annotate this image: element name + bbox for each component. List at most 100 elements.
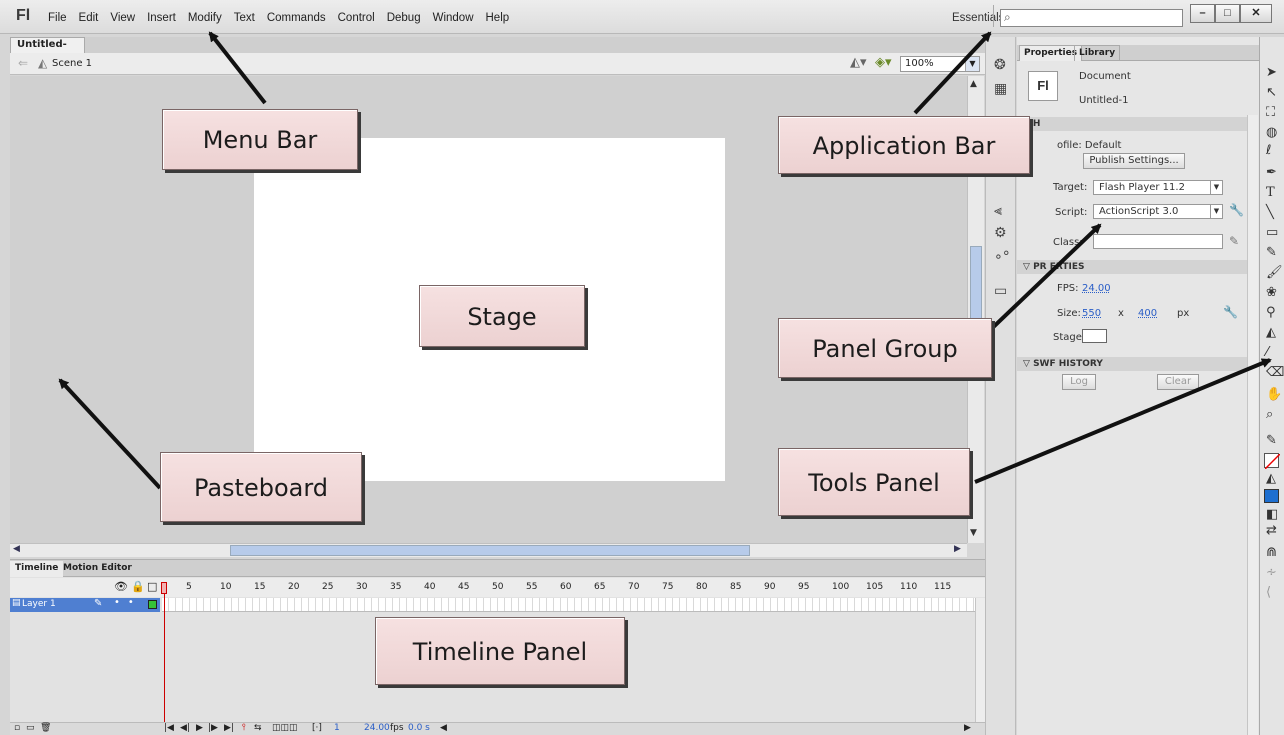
close-button[interactable]: ✕ [1240, 4, 1272, 23]
visibility-dots[interactable]: •• [114, 597, 142, 608]
goto-first-frame-icon[interactable]: |◀ [164, 723, 174, 733]
scroll-down-icon[interactable]: ▼ [970, 528, 977, 538]
size-height[interactable]: 400 [1138, 308, 1157, 319]
tab-properties[interactable]: Properties [1019, 45, 1083, 61]
wrench-icon[interactable]: 🔧 [1223, 305, 1238, 319]
components-panel-icon[interactable]: ⚙ [994, 225, 1007, 241]
tab-library[interactable]: Library [1074, 45, 1121, 61]
eye-icon[interactable]: 👁 [114, 580, 128, 593]
menu-item-commands[interactable]: Commands [267, 12, 326, 24]
rectangle-tool-icon[interactable]: ▭ [1266, 225, 1278, 240]
menu-item-edit[interactable]: Edit [79, 12, 99, 24]
menu-item-text[interactable]: Text [234, 12, 255, 24]
menu-item-control[interactable]: Control [338, 12, 375, 24]
stroke-color-icon[interactable]: ✎ [1266, 433, 1277, 448]
outline-color-swatch[interactable] [148, 600, 157, 609]
loop-icon[interactable]: ⇆ [254, 723, 262, 733]
menu-item-debug[interactable]: Debug [387, 12, 421, 24]
scroll-left-icon[interactable]: ◀ [13, 544, 20, 554]
log-button[interactable]: Log [1062, 374, 1096, 390]
outline-icon[interactable]: □ [147, 580, 157, 593]
subselection-tool-icon[interactable]: ↖ [1266, 85, 1277, 100]
fps-value[interactable]: 24.00 [1082, 283, 1111, 294]
menu-item-insert[interactable]: Insert [147, 12, 176, 24]
stroke-color-swatch[interactable] [1264, 453, 1280, 469]
lock-icon[interactable]: 🔒 [131, 580, 145, 593]
frame-rate[interactable]: 24.00 [364, 723, 390, 733]
back-arrow-icon[interactable]: ⇐ [18, 56, 28, 70]
scroll-thumb[interactable] [230, 545, 750, 556]
new-folder-icon[interactable]: ▭ [26, 723, 35, 733]
layer-name[interactable]: Layer 1 [22, 599, 56, 609]
hand-tool-icon[interactable]: ✋ [1266, 387, 1282, 402]
new-layer-icon[interactable]: ▫ [14, 723, 20, 733]
color-panel-icon[interactable]: ❂ [994, 57, 1006, 73]
bone-tool-icon[interactable]: ⚲ [1266, 305, 1276, 320]
swatches-panel-icon[interactable]: ▦ [994, 81, 1007, 97]
deco-tool-icon[interactable]: ❀ [1266, 285, 1277, 300]
brush-tool-icon[interactable]: 🖌 [1266, 265, 1283, 280]
target-select[interactable]: Flash Player 11.2 ▼ [1093, 180, 1223, 195]
paint-bucket-tool-icon[interactable]: ◭ [1266, 325, 1276, 340]
timeline-scrollbar[interactable] [975, 598, 985, 724]
minimize-button[interactable]: – [1190, 4, 1215, 23]
step-forward-icon[interactable]: |▶ [208, 723, 218, 733]
zoom-select[interactable]: 100% ▼ [900, 56, 980, 72]
lasso-tool-icon[interactable]: ℓ [1266, 143, 1271, 158]
scroll-right-icon[interactable]: ▶ [954, 544, 961, 554]
edit-symbols-icon[interactable]: ◈▾ [875, 55, 892, 70]
swf-history-section-header[interactable]: ▽ SWF HISTORY [1017, 357, 1247, 371]
fill-color-icon[interactable]: ◭ [1266, 471, 1276, 486]
frame-ruler[interactable]: 5 10 15 20 25 30 35 40 45 50 55 60 65 70… [160, 578, 975, 597]
fill-color-swatch[interactable] [1264, 489, 1279, 503]
properties-scrollbar[interactable] [1247, 115, 1258, 735]
class-input[interactable] [1093, 234, 1223, 249]
script-select[interactable]: ActionScript 3.0 ▼ [1093, 204, 1223, 219]
eyedropper-tool-icon[interactable]: ⁄ [1266, 345, 1268, 360]
size-width[interactable]: 550 [1082, 308, 1101, 319]
step-back-icon[interactable]: ◀| [180, 723, 190, 733]
document-tab[interactable]: Untitled-1× [10, 37, 85, 64]
free-transform-tool-icon[interactable]: ⛶ [1266, 105, 1275, 120]
text-tool-icon[interactable]: T [1266, 185, 1275, 200]
menu-item-window[interactable]: Window [433, 12, 474, 24]
swap-colors-icon[interactable]: ⇄ [1266, 523, 1277, 538]
publish-settings-button[interactable]: Publish Settings... [1083, 153, 1185, 169]
scene-name[interactable]: Scene 1 [52, 58, 92, 69]
zoom-tool-icon[interactable]: ⌕ [1266, 407, 1273, 422]
menu-item-file[interactable]: File [48, 12, 67, 24]
clear-button[interactable]: Clear [1157, 374, 1199, 390]
tab-motion-editor[interactable]: Motion Editor [58, 561, 137, 577]
play-icon[interactable]: ▶ [196, 723, 203, 733]
timeline-scroll-left-icon[interactable]: ◀ [440, 723, 447, 733]
eraser-tool-icon[interactable]: ⌫ [1266, 365, 1284, 380]
3d-rotation-tool-icon[interactable]: ◍ [1266, 125, 1277, 140]
layer-row[interactable]: ▤ Layer 1 ✎ •• [10, 597, 160, 612]
line-tool-icon[interactable]: ╲ [1266, 205, 1274, 220]
smooth-icon[interactable]: ∻ [1266, 565, 1277, 580]
delete-layer-icon[interactable]: 🗑 [40, 723, 51, 733]
selection-tool-icon[interactable]: ➤ [1266, 65, 1277, 80]
straighten-icon[interactable]: ⟨ [1266, 585, 1271, 600]
code-snippets-icon[interactable]: ▭ [994, 283, 1007, 299]
motion-presets-icon[interactable]: ∘° [994, 249, 1010, 265]
pen-tool-icon[interactable]: ✒ [1266, 165, 1277, 180]
edit-class-icon[interactable]: ✎ [1229, 234, 1239, 248]
pencil-tool-icon[interactable]: ✎ [1266, 245, 1277, 260]
scroll-up-icon[interactable]: ▲ [970, 79, 977, 89]
stage-horizontal-scrollbar[interactable]: ◀ ▶ [10, 543, 967, 557]
properties-section-header[interactable]: ▽ PR ERTIES [1017, 260, 1247, 274]
edit-scene-icon[interactable]: ◭▾ [850, 55, 867, 70]
black-white-icon[interactable]: ◧ [1266, 507, 1278, 522]
menu-item-help[interactable]: Help [486, 12, 510, 24]
publish-section-header[interactable]: ISH [1017, 117, 1247, 131]
wrench-icon[interactable]: 🔧 [1229, 203, 1244, 217]
center-frame-icon[interactable]: ⫯ [242, 723, 246, 733]
onion-skin-icon[interactable]: ◫◫◫ [272, 723, 298, 733]
stage-color-swatch[interactable] [1082, 329, 1107, 343]
align-panel-icon[interactable]: ⫷ [994, 203, 1002, 219]
current-frame[interactable]: 1 [334, 723, 340, 733]
menu-item-view[interactable]: View [110, 12, 135, 24]
snap-to-objects-icon[interactable]: ⋒ [1266, 545, 1277, 560]
help-search-input[interactable]: ⌕ [1000, 9, 1183, 27]
